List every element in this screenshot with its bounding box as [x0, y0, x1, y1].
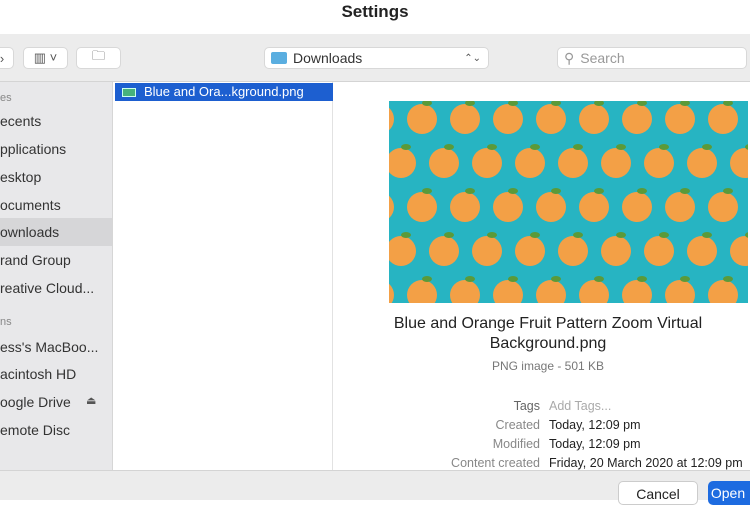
sidebar-section-locations: ns	[0, 316, 12, 328]
preview-thumbnail	[389, 101, 748, 303]
sidebar-item-macintosh-hd[interactable]: acintosh HD	[0, 360, 112, 388]
tags-input[interactable]: Add Tags...	[549, 397, 611, 416]
location-dropdown[interactable]: Downloads ⌃⌄	[264, 47, 489, 69]
sidebar-item-applications[interactable]: pplications	[0, 135, 112, 163]
search-icon: ⚲	[564, 49, 575, 66]
search-input[interactable]: ⚲ Search	[557, 47, 747, 69]
sidebar-item-remote-disc[interactable]: emote Disc	[0, 416, 112, 444]
meta-label: Created	[495, 418, 540, 432]
meta-label: Modified	[492, 437, 540, 451]
chevron-right-icon: ›	[0, 50, 5, 66]
meta-value: Today, 12:09 pm	[549, 418, 641, 432]
sidebar-item-macbook[interactable]: ess's MacBoo...	[0, 333, 112, 361]
eject-icon[interactable]: ⏏	[86, 394, 96, 407]
updown-chevron-icon: ⌃⌄	[464, 52, 481, 64]
toolbar: › ▥ ˅ 🗀 Downloads ⌃⌄ ⚲ Search	[0, 34, 750, 82]
new-folder-button[interactable]: 🗀	[76, 47, 121, 69]
sidebar-item-documents[interactable]: ocuments	[0, 191, 112, 219]
file-column: Blue and Ora...kground.png	[113, 82, 333, 470]
preview-file-name: Blue and Orange Fruit Pattern Zoom Virtu…	[393, 315, 703, 352]
new-folder-icon: 🗀	[91, 48, 105, 63]
sidebar-item-recents[interactable]: ecents	[0, 107, 112, 135]
preview-file-kind: PNG image - 501 KB	[491, 359, 605, 373]
location-label: Downloads	[293, 50, 363, 66]
forward-button[interactable]: ›	[0, 47, 14, 69]
sidebar: es ecents pplications esktop ocuments ow…	[0, 82, 113, 470]
image-file-icon	[122, 87, 136, 97]
file-row[interactable]: Blue and Ora...kground.png	[115, 83, 333, 101]
preview-pane: Blue and Orange Fruit Pattern Zoom Virtu…	[333, 82, 750, 470]
sidebar-section-favourites: es	[0, 92, 12, 104]
file-name: Blue and Ora...kground.png	[144, 84, 304, 99]
meta-label: Tags	[513, 399, 540, 413]
column-view-icon: ▥ ˅	[33, 50, 58, 65]
meta-value: Today, 12:09 pm	[549, 437, 641, 451]
pattern-background	[389, 101, 748, 303]
sidebar-item-downloads[interactable]: ownloads	[0, 218, 112, 246]
view-mode-button[interactable]: ▥ ˅	[23, 47, 68, 69]
window-title: Settings	[0, 0, 750, 34]
sidebar-item-desktop[interactable]: esktop	[0, 163, 112, 191]
sidebar-item-creative-cloud[interactable]: reative Cloud...	[0, 274, 112, 302]
bottom-bar: Cancel Open	[0, 470, 750, 505]
cancel-button[interactable]: Cancel	[618, 481, 698, 505]
open-button[interactable]: Open	[708, 481, 750, 505]
folder-icon	[271, 52, 287, 64]
search-placeholder: Search	[580, 50, 625, 66]
sidebar-item-brand-group[interactable]: rand Group	[0, 246, 112, 274]
